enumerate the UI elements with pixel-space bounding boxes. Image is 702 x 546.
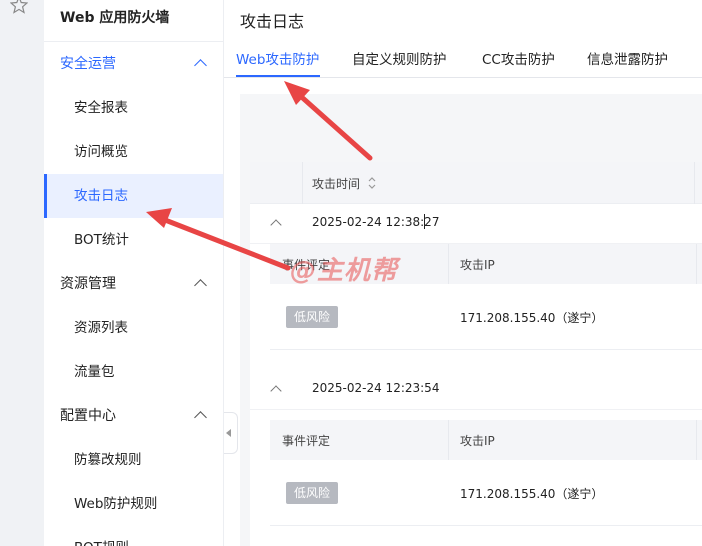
column-header-attack-ip: 攻击IP [460,434,495,448]
column-header-event-rating: 事件评定 [282,434,331,448]
sidebar-item-traffic-package[interactable]: 流量包 [44,350,223,394]
watermark: @主机帮 [290,256,399,286]
sidebar-group-config-center[interactable]: 配置中心 [44,394,223,438]
attack-time-value: 2025-02-24 12:23:54 [312,381,440,395]
sidebar-item-attack-log[interactable]: 攻击日志 [44,174,223,218]
sidebar-title: Web 应用防火墙 [44,0,223,42]
sidebar-item-web-protection-rules[interactable]: Web防护规则 [44,482,223,526]
page-title: 攻击日志 [240,12,305,31]
column-divider [696,420,697,460]
table-row[interactable]: 2025-02-24 12:23:54 [250,370,702,410]
sidebar-group-resource-mgmt[interactable]: 资源管理 [44,262,223,306]
app-window: Web 应用防火墙 安全运营 安全报表 访问概览 攻击日志 BOT统计 资源管理… [0,0,702,546]
risk-badge: 低风险 [286,306,339,328]
sidebar-item-bot-rules[interactable]: BOT规则 [44,526,223,546]
content-area: 攻击时间 2025-02-24 12:38:27 事件评定 攻击IP 低风险 1… [240,94,702,546]
sidebar-group-label: 配置中心 [60,408,116,424]
chevron-up-icon[interactable] [270,385,282,397]
active-tab-indicator [236,75,320,77]
column-divider [448,244,449,284]
attack-ip-value: 171.208.155.40（遂宁） [460,487,604,501]
chevron-up-icon [194,279,207,292]
column-divider [302,162,303,204]
star-icon[interactable] [10,0,28,14]
tab-info-leak-protection[interactable]: 信息泄露防护 [587,48,668,68]
table-row[interactable]: 2025-02-24 12:38:27 [250,204,702,244]
caret-left-icon [226,429,231,437]
sort-icon[interactable] [368,176,376,190]
tab-custom-rule-protection[interactable]: 自定义规则防护 [352,48,447,68]
chevron-up-icon[interactable] [270,219,282,231]
sidebar-group-label: 资源管理 [60,276,116,292]
column-header-attack-ip: 攻击IP [460,258,495,272]
column-divider [448,420,449,460]
attack-ip-value: 171.208.155.40（遂宁） [460,311,604,325]
tab-cc-attack-protection[interactable]: CC攻击防护 [482,48,555,68]
sidebar-item-security-report[interactable]: 安全报表 [44,86,223,130]
left-strip [0,0,44,546]
sidebar-group-security-ops[interactable]: 安全运营 [44,42,223,86]
tab-web-attack-protection[interactable]: Web攻击防护 [236,48,319,68]
tab-bar: Web攻击防护 自定义规则防护 CC攻击防护 信息泄露防护 [224,40,702,78]
attack-time-value: 2025-02-24 12:38:27 [312,215,440,229]
sidebar-item-tamper-rules[interactable]: 防篡改规则 [44,438,223,482]
sidebar-item-resource-list[interactable]: 资源列表 [44,306,223,350]
sidebar-collapse-handle[interactable] [224,412,238,454]
sidebar-item-bot-stats[interactable]: BOT统计 [44,218,223,262]
row-detail: 事件评定 攻击IP 低风险 171.208.155.40（遂宁） [270,420,702,526]
table-header: 攻击时间 [250,162,702,204]
sidebar-group-label: 安全运营 [60,56,116,72]
attack-log-table: 攻击时间 2025-02-24 12:38:27 事件评定 攻击IP 低风险 1… [250,162,702,546]
sidebar: Web 应用防火墙 安全运营 安全报表 访问概览 攻击日志 BOT统计 资源管理… [44,0,224,546]
column-header-attack-time: 攻击时间 [312,177,361,191]
detail-header: 事件评定 攻击IP [270,420,702,460]
column-divider [694,162,695,204]
sidebar-item-access-overview[interactable]: 访问概览 [44,130,223,174]
chevron-up-icon [194,411,207,424]
risk-badge: 低风险 [286,482,339,504]
text-cursor [424,214,425,229]
chevron-up-icon [194,59,207,72]
column-divider [696,244,697,284]
